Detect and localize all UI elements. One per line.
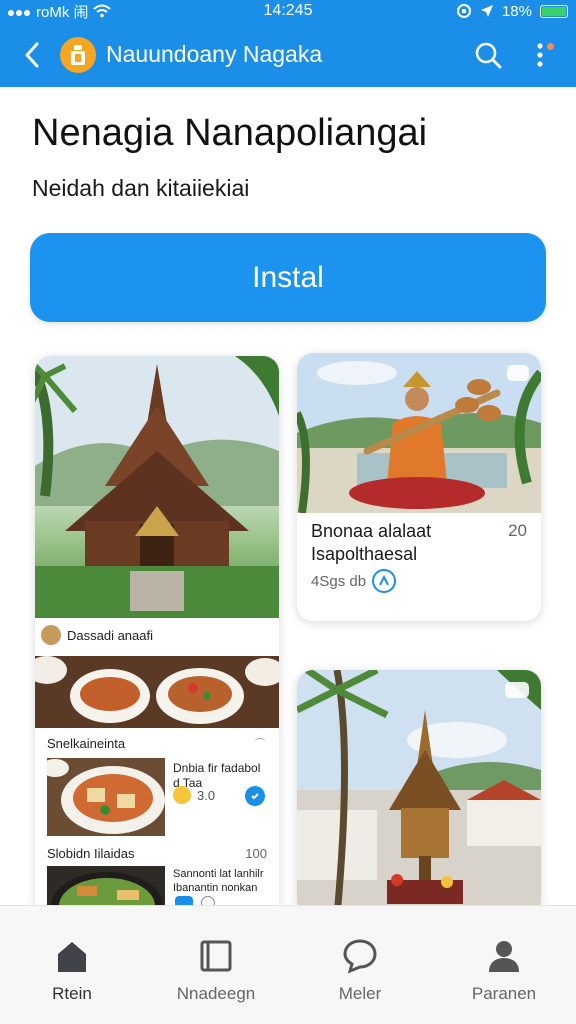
performer-card[interactable]: Bnonaa alalaat Isapolthaesal 20 4Sgs db [297, 353, 541, 621]
nav-label-messages: Meler [338, 984, 382, 1003]
install-button[interactable]: Instal [30, 233, 546, 322]
status-bar: roMk 闹 14:245 18% [0, 0, 576, 22]
left-feature-card[interactable]: Dassadi anaafi Snelkaineinta Dnbia fir f… [35, 356, 279, 916]
performer-share-icon[interactable] [372, 569, 396, 593]
performer-count: 20 [508, 521, 527, 540]
nav-item-profile[interactable]: Paranen [432, 906, 576, 1024]
food-header-row: Dassadi anaafi [41, 622, 273, 648]
app-bar: Nauundoany Nagaka [0, 22, 576, 87]
chat-bubble-icon [343, 939, 377, 974]
search-button[interactable] [466, 33, 510, 77]
food-item-1-photo [47, 758, 165, 836]
search-icon [475, 42, 502, 68]
status-time: 14:245 [263, 2, 313, 19]
food-section-1-divider-icon [255, 738, 265, 744]
page-title: Nenagia Nanapoliangai [32, 112, 428, 154]
food-header-label: Dassadi anaafi [67, 627, 153, 643]
nav-label-profile: Paranen [471, 984, 537, 1003]
nav-item-bookmarks[interactable]: Nnadeegn [144, 906, 288, 1024]
chevron-left-icon [25, 42, 39, 67]
shrine-photo [297, 670, 541, 916]
page-subtitle: Neidah dan kitaiiekiai [32, 175, 250, 201]
smile-emoji-icon [173, 786, 191, 804]
nav-item-messages[interactable]: Meler [288, 906, 432, 1024]
performer-meta: 4Sgs db [311, 573, 367, 590]
app-logo-icon [60, 36, 96, 73]
performer-title-line1: Bnonaa alalaat [311, 521, 432, 541]
food-item-1-rating: 3.0 [197, 788, 216, 803]
nav-label-home: Rtein [52, 984, 92, 1003]
verified-badge-icon[interactable] [245, 786, 265, 806]
back-button[interactable] [14, 35, 50, 75]
home-icon [58, 942, 86, 972]
food-section-2-count: 100 [245, 846, 267, 861]
performer-title-line2: Isapolthaesal [311, 544, 418, 564]
more-vertical-icon [537, 42, 543, 67]
app-title: Nauundoany Nagaka [106, 41, 323, 67]
shrine-bookmark-icon[interactable] [505, 682, 529, 698]
shrine-card[interactable] [297, 670, 541, 916]
performer-bookmark-icon[interactable] [507, 365, 529, 381]
food-item-1-line1: Dnbia fir fadabol [173, 761, 261, 775]
book-icon [200, 940, 232, 972]
food-item-2-line2: Ibanantin nonkan [173, 882, 258, 894]
food-bowls-photo [35, 656, 279, 728]
nav-item-home[interactable]: Rtein [0, 906, 144, 1024]
person-icon [489, 941, 519, 972]
food-section-1-label: Snelkaineinta [47, 736, 126, 751]
performer-photo [297, 353, 541, 513]
avatar [41, 625, 61, 645]
nav-label-bookmarks: Nnadeegn [176, 984, 256, 1003]
temple-photo [35, 356, 279, 618]
food-item-2-line1: Sannonti lat lanhilr [173, 868, 264, 880]
notification-dot [547, 42, 554, 50]
bottom-nav: Rtein Nnadeegn Meler Paranen [0, 905, 576, 1024]
battery-icon [540, 4, 568, 18]
more-options-button[interactable] [518, 33, 562, 77]
food-section-2-label: Slobidn Iilaidas [47, 846, 135, 861]
